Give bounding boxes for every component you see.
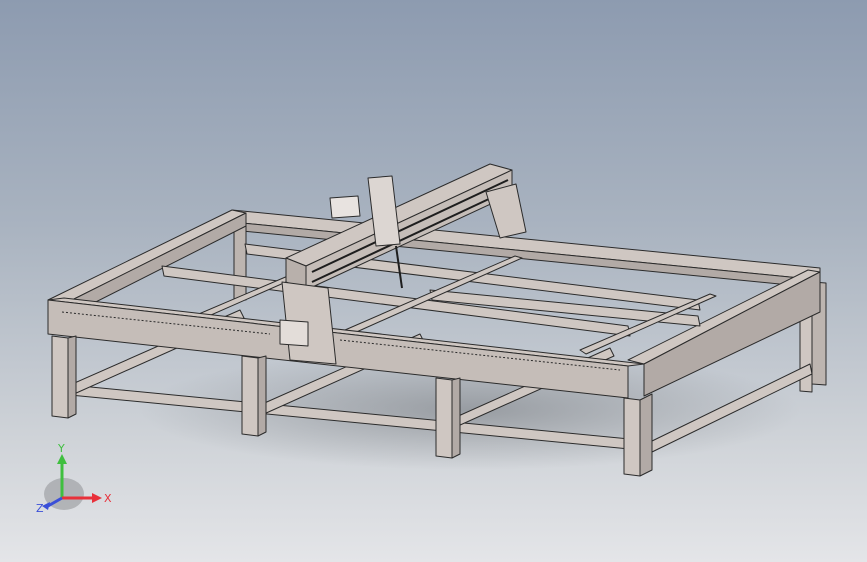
leg-front-mid1 [241, 355, 259, 437]
leg-front-right-side [639, 393, 653, 477]
graphics-viewport[interactable]: Y X Z [0, 0, 867, 562]
z-axis-motor [329, 195, 361, 219]
leg-front-mid2-side [451, 377, 461, 459]
leg-back-left [233, 224, 247, 301]
x-axis-label: X [104, 492, 112, 505]
y-axis-label: Y [57, 442, 65, 455]
left-side-rail [47, 209, 247, 305]
leg-front-mid1-side [257, 355, 267, 437]
leg-front-right [623, 397, 641, 477]
gantry-end-plate-right [485, 183, 527, 239]
cnc-gantry-model[interactable] [0, 0, 867, 562]
z-axis-label: Z [36, 502, 44, 515]
gantry-side-motor-housing [279, 319, 309, 347]
y-axis-head [57, 454, 67, 464]
axis-triad[interactable]: Y X Z [30, 440, 130, 520]
leg-front-left-side [67, 335, 77, 419]
x-axis-head [92, 493, 102, 503]
leg-front-left [51, 335, 69, 419]
leg-front-mid2 [435, 377, 453, 459]
